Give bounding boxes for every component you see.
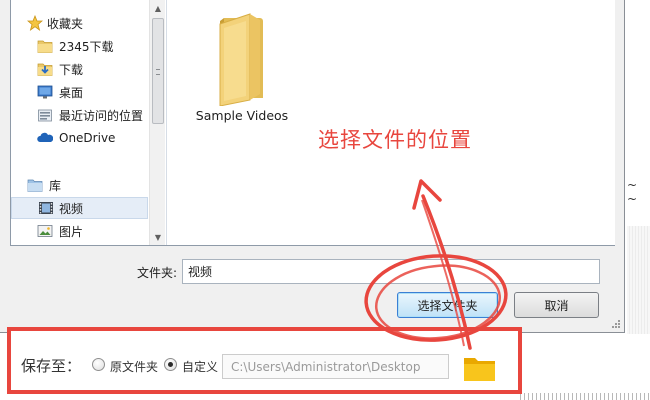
background-text: ~ ~ (627, 178, 641, 206)
nav-item-label: 桌面 (59, 85, 84, 100)
nav-item-recent-places[interactable]: 最近访问的位置 (11, 104, 148, 126)
nav-libraries-label: 库 (49, 178, 62, 193)
nav-scrollbar[interactable]: ▲ ▼ (149, 0, 165, 245)
save-location-panel: 保存至： 原文件夹 自定义 (7, 327, 522, 394)
save-path-input[interactable] (222, 354, 449, 379)
nav-item-label: 最近访问的位置 (59, 108, 144, 123)
radio-original-folder-label[interactable]: 原文件夹 (110, 358, 158, 375)
select-folder-button[interactable]: 选择文件夹 (397, 292, 498, 318)
save-to-label: 保存至： (21, 357, 82, 375)
radio-custom[interactable] (164, 358, 177, 371)
grip-icon (156, 69, 160, 75)
video-library-icon (39, 202, 53, 214)
navigation-pane: 收藏夹 2345下载 下载 桌面 最近访问的位置 OneDrive 库 视频 图… (11, 0, 148, 245)
folder-icon (219, 13, 263, 106)
scroll-up-arrow-icon[interactable]: ▲ (150, 0, 166, 16)
folder-item-name: Sample Videos (195, 108, 289, 123)
star-icon (27, 15, 43, 31)
dotted-divider (520, 393, 650, 400)
nav-item-downloads[interactable]: 下载 (11, 58, 148, 80)
nav-item-onedrive[interactable]: OneDrive (11, 127, 148, 149)
browse-folder-icon[interactable] (463, 354, 496, 382)
nav-item-pictures[interactable]: 图片 (11, 220, 148, 242)
nav-item-label: 下载 (59, 62, 84, 77)
scroll-down-arrow-icon[interactable]: ▼ (150, 229, 166, 245)
folder-field-label: 文件夹: (137, 266, 178, 280)
folder-content-view: Sample Videos (167, 0, 615, 245)
nav-favorites[interactable]: 收藏夹 (11, 12, 148, 34)
resize-grip-icon[interactable] (611, 319, 621, 329)
nav-item-videos[interactable]: 视频 (11, 197, 148, 219)
nav-item-label: 图片 (59, 224, 84, 239)
cancel-button[interactable]: 取消 (514, 292, 599, 318)
nav-favorites-label: 收藏夹 (47, 16, 84, 31)
library-icon (27, 179, 43, 192)
nav-item-label: 视频 (59, 201, 84, 216)
folder-icon (37, 40, 53, 53)
download-folder-icon (37, 63, 53, 76)
radio-custom-label[interactable]: 自定义 (182, 358, 218, 375)
nav-item-label: OneDrive (59, 131, 116, 145)
nav-item-label: 2345下载 (59, 39, 114, 54)
radio-original-folder[interactable] (92, 358, 105, 371)
browser-pane: 收藏夹 2345下载 下载 桌面 最近访问的位置 OneDrive 库 视频 图… (10, 0, 615, 246)
onedrive-icon (37, 132, 53, 142)
select-folder-dialog: 收藏夹 2345下载 下载 桌面 最近访问的位置 OneDrive 库 视频 图… (0, 0, 625, 333)
recent-places-icon (38, 109, 52, 122)
nav-libraries[interactable]: 库 (11, 174, 148, 196)
desktop-icon (37, 85, 53, 99)
picture-library-icon (37, 225, 53, 237)
folder-name-input[interactable] (182, 259, 600, 284)
folder-item-sample-videos[interactable]: Sample Videos (187, 10, 297, 128)
scrollbar-thumb[interactable] (152, 18, 164, 124)
annotation-text: 选择文件的位置 (318, 128, 472, 152)
nav-item-desktop[interactable]: 桌面 (11, 81, 148, 103)
nav-item-2345-downloads[interactable]: 2345下载 (11, 35, 148, 57)
